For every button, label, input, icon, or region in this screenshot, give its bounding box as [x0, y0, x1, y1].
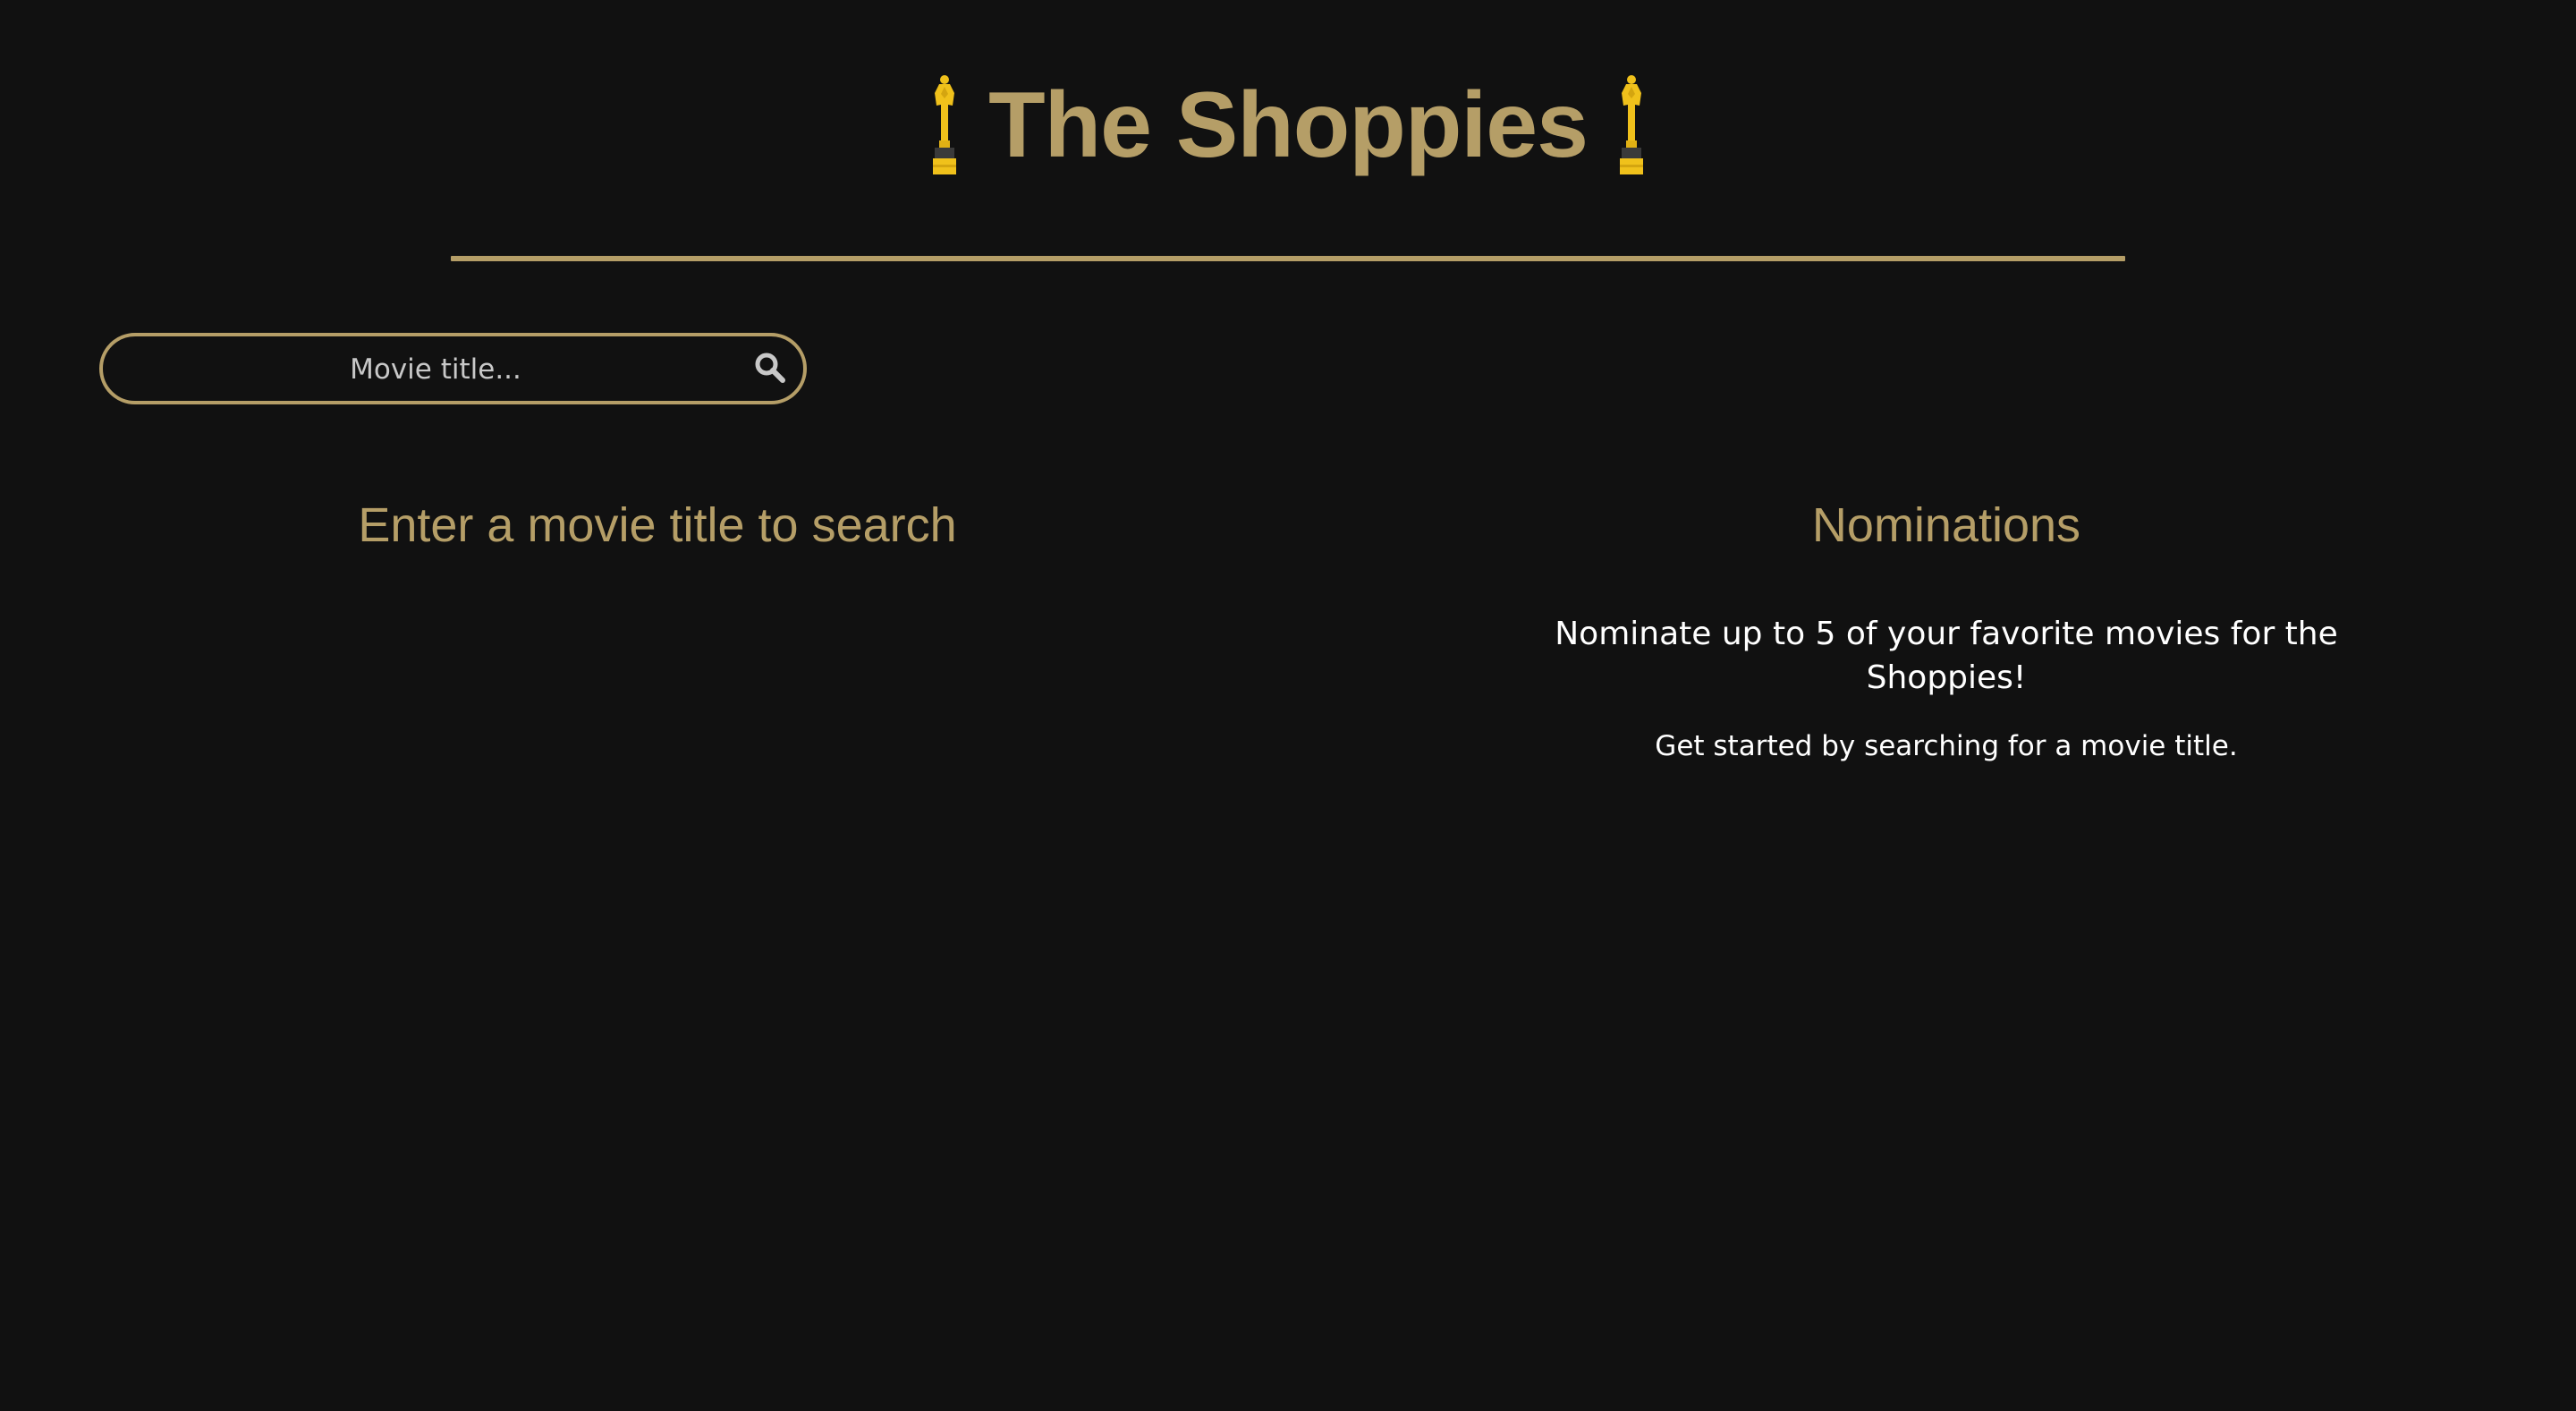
search-input[interactable] [139, 336, 733, 403]
app-title: The Shoppies [988, 73, 1589, 177]
header-divider [451, 256, 2125, 261]
results-heading: Enter a movie title to search [358, 498, 957, 552]
header: The Shoppies [0, 63, 2576, 188]
page: The Shoppies Enter a movie title to sear… [0, 0, 2576, 1411]
search-bar[interactable] [99, 333, 807, 404]
trophy-icon [933, 75, 957, 174]
nominations-intro: Nominate up to 5 of your favorite movies… [1555, 616, 2338, 696]
search-icon[interactable] [753, 351, 787, 385]
nominations-heading: Nominations [1811, 498, 2081, 552]
trophy-icon [1619, 75, 1643, 174]
nominations-hint: Get started by searching for a movie tit… [1655, 730, 2238, 762]
